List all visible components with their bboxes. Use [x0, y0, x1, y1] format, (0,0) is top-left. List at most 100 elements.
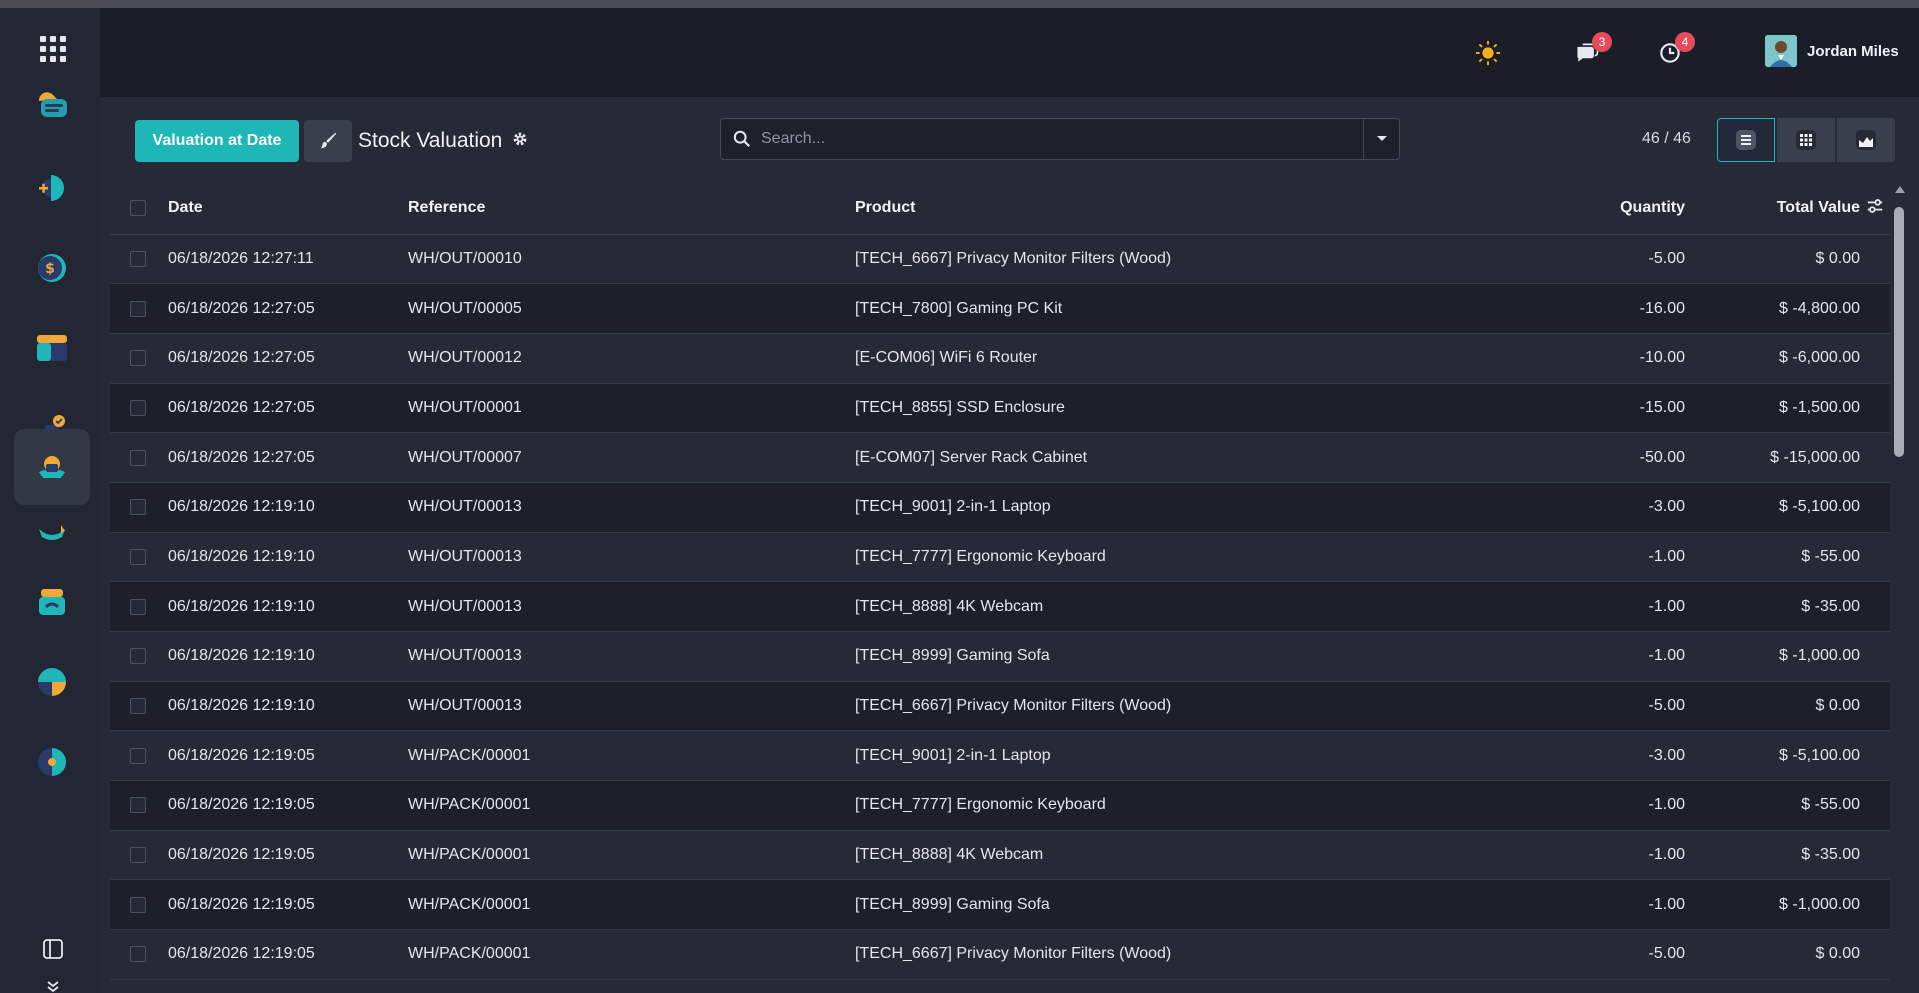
- pivot-view-icon[interactable]: [1777, 118, 1835, 162]
- cell-product: [TECH_8855] SSD Enclosure: [855, 398, 1065, 416]
- graph-view-icon[interactable]: [1837, 118, 1895, 162]
- svg-text:$: $: [45, 261, 55, 277]
- column-header-total-value[interactable]: Total Value: [1685, 183, 1860, 234]
- cell-spacer: [1860, 482, 1890, 532]
- table-row[interactable]: 06/18/2026 12:27:05 WH/OUT/00001 [TECH_885…: [110, 383, 1890, 433]
- cell-total-value: $ 0.00: [1815, 249, 1860, 267]
- row-select-cell: [110, 284, 168, 334]
- select-all-checkbox[interactable]: [130, 200, 146, 217]
- scrollbar[interactable]: [1893, 186, 1907, 993]
- cell-quantity: -16.00: [1639, 299, 1685, 317]
- row-select-cell: [110, 781, 168, 831]
- table-row[interactable]: 06/18/2026 12:19:10 WH/OUT/00013 [TECH_888…: [110, 581, 1890, 632]
- user-menu[interactable]: Jordan Miles: [1765, 35, 1899, 67]
- table-row[interactable]: 06/18/2026 12:27:05 WH/OUT/00007 [E-COM07]…: [110, 432, 1890, 483]
- cell-reference: WH/PACK/00001: [408, 746, 531, 764]
- cell-quantity: -1.00: [1648, 547, 1685, 565]
- row-checkbox[interactable]: [130, 399, 146, 416]
- row-checkbox[interactable]: [130, 250, 146, 267]
- cell-total-value: $ -35.00: [1801, 846, 1860, 864]
- cell-spacer: [1860, 681, 1890, 731]
- row-checkbox[interactable]: [130, 698, 146, 715]
- row-checkbox[interactable]: [130, 896, 146, 913]
- table-row[interactable]: 06/18/2026 12:19:05 WH/PACK/00001 [TECH_77…: [110, 780, 1890, 831]
- apps-grid-icon[interactable]: [40, 36, 66, 62]
- app-discuss-icon[interactable]: [14, 70, 90, 146]
- cell-date: 06/18/2026 12:19:05: [168, 796, 315, 814]
- cell-product: [TECH_7777] Ergonomic Keyboard: [855, 796, 1106, 814]
- table-row[interactable]: 06/18/2026 12:19:10 WH/OUT/00013 [TECH_899…: [110, 631, 1890, 682]
- cell-total-value: $ -1,000.00: [1779, 647, 1860, 665]
- cell-spacer: [1860, 433, 1890, 483]
- row-checkbox[interactable]: [130, 499, 146, 516]
- app-inventory-icon[interactable]: [14, 310, 90, 386]
- cell-date: 06/18/2026 12:27:05: [168, 349, 315, 367]
- app-purchase-icon[interactable]: [14, 494, 90, 570]
- table-row[interactable]: 06/18/2026 12:19:05 WH/PACK/00001 [TECH_66…: [110, 929, 1890, 980]
- cell-spacer: [1860, 383, 1890, 433]
- row-checkbox[interactable]: [130, 548, 146, 565]
- app-reporting-icon[interactable]: [14, 724, 90, 800]
- app-project-icon[interactable]: [14, 644, 90, 720]
- window-top-strip: [0, 0, 1919, 8]
- row-select-cell: [110, 880, 168, 930]
- cell-total-value: $ -35.00: [1801, 597, 1860, 615]
- scroll-up-arrow[interactable]: [1895, 186, 1905, 193]
- table-row[interactable]: 06/18/2026 12:27:05 WH/OUT/00012 [E-COM06]…: [110, 333, 1890, 384]
- cell-quantity: -1.00: [1648, 846, 1685, 864]
- search-input[interactable]: [761, 127, 1341, 151]
- search-icon: [733, 130, 751, 153]
- cell-reference: WH/OUT/00001: [408, 398, 522, 416]
- caret-down-icon[interactable]: [1363, 119, 1399, 159]
- table-row[interactable]: 06/18/2026 12:19:05 WH/PACK/00001 [TECH_88…: [110, 830, 1890, 880]
- column-header-reference[interactable]: Reference: [408, 183, 855, 234]
- cell-reference: WH/OUT/00013: [408, 498, 522, 516]
- row-checkbox[interactable]: [130, 449, 146, 466]
- table-row[interactable]: 06/18/2026 12:19:10 WH/OUT/00013 [TECH_900…: [110, 482, 1890, 533]
- app-point-of-sale-icon[interactable]: [14, 564, 90, 640]
- chevron-double-down-icon[interactable]: [44, 980, 62, 993]
- sidebar-toggle-icon[interactable]: [42, 938, 64, 960]
- cell-date: 06/18/2026 12:19:10: [168, 547, 315, 565]
- cell-product: [TECH_9001] 2-in-1 Laptop: [855, 746, 1051, 764]
- table-row[interactable]: 06/18/2026 12:19:10 WH/OUT/00013 [TECH_777…: [110, 532, 1890, 582]
- app-sales-icon[interactable]: [14, 150, 90, 226]
- pager-value[interactable]: 46 / 46: [1642, 130, 1691, 148]
- row-checkbox[interactable]: [130, 300, 146, 317]
- cell-reference: WH/OUT/00013: [408, 547, 522, 565]
- breadcrumb: Stock Valuation: [358, 129, 528, 153]
- table-row[interactable]: 06/18/2026 12:27:05 WH/OUT/00005 [TECH_780…: [110, 283, 1890, 334]
- chat-icon[interactable]: 3: [1572, 32, 1612, 68]
- scroll-thumb[interactable]: [1894, 207, 1904, 457]
- cell-product: [E-COM07] Server Rack Cabinet: [855, 448, 1088, 466]
- table-row[interactable]: 06/18/2026 12:19:05 WH/PACK/00001 [TECH_90…: [110, 730, 1890, 781]
- cell-reference: WH/OUT/00010: [408, 249, 522, 267]
- column-header-quantity[interactable]: Quantity: [1485, 183, 1685, 234]
- row-checkbox[interactable]: [130, 946, 146, 963]
- row-checkbox[interactable]: [130, 797, 146, 814]
- cell-total-value: $ -1,500.00: [1779, 398, 1860, 416]
- app-accounting-icon[interactable]: $: [14, 230, 90, 306]
- table-row[interactable]: 06/18/2026 12:27:11 WH/OUT/00010 [TECH_666…: [110, 234, 1890, 284]
- row-checkbox[interactable]: [130, 598, 146, 615]
- table-row[interactable]: 06/18/2026 12:19:10 WH/OUT/00013 [TECH_666…: [110, 681, 1890, 731]
- valuation-at-date-button[interactable]: Valuation at Date: [135, 120, 299, 162]
- cell-date: 06/18/2026 12:19:05: [168, 945, 315, 963]
- row-select-cell: [110, 333, 168, 383]
- row-checkbox[interactable]: [130, 350, 146, 367]
- row-checkbox[interactable]: [130, 747, 146, 764]
- cell-quantity: -3.00: [1648, 498, 1685, 516]
- brush-icon[interactable]: [304, 120, 352, 162]
- column-header-product[interactable]: Product: [855, 183, 1485, 234]
- row-checkbox[interactable]: [130, 847, 146, 864]
- avatar: [1765, 35, 1797, 67]
- column-header-date[interactable]: Date: [168, 183, 408, 234]
- clock-icon[interactable]: 4: [1655, 32, 1695, 68]
- gear-icon[interactable]: [512, 129, 528, 153]
- list-view-icon[interactable]: [1717, 118, 1775, 162]
- row-select-cell: [110, 482, 168, 532]
- table-row[interactable]: 06/18/2026 12:19:05 WH/PACK/00001 [TECH_89…: [110, 879, 1890, 930]
- column-settings-icon[interactable]: [1860, 183, 1890, 234]
- sun-icon[interactable]: [1473, 38, 1503, 68]
- row-checkbox[interactable]: [130, 648, 146, 665]
